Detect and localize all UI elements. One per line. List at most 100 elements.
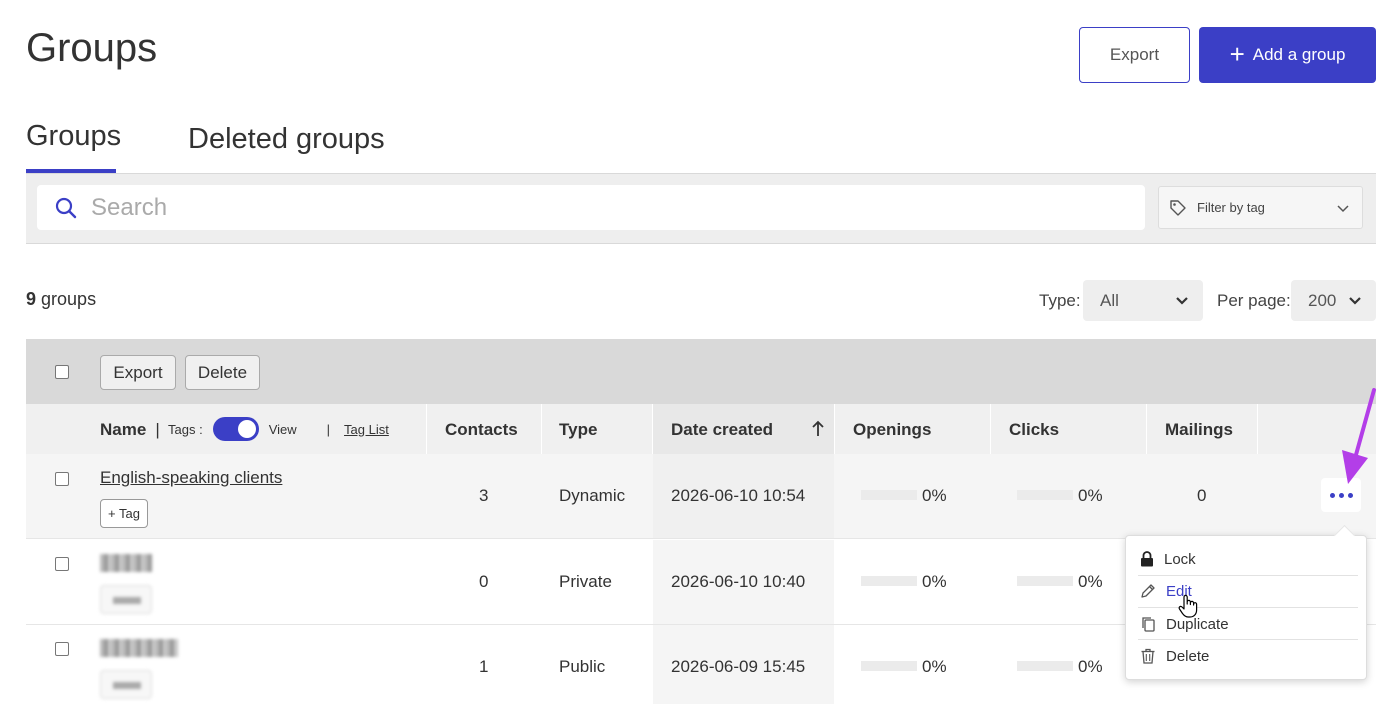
chevron-down-icon <box>1337 205 1349 213</box>
clicks-progress-bar <box>1017 576 1073 586</box>
search-box[interactable] <box>37 185 1145 230</box>
column-header-openings[interactable]: Openings <box>853 420 931 440</box>
group-name-redacted[interactable] <box>100 554 152 572</box>
openings-progress-bar <box>861 490 917 500</box>
openings-value: 0% <box>922 486 947 505</box>
more-dots-icon <box>1347 492 1353 498</box>
search-input[interactable] <box>91 193 991 222</box>
clicks-value: 0% <box>1078 486 1103 505</box>
mailings-count: 0 <box>1197 486 1207 505</box>
per-page-select[interactable]: 200 <box>1291 280 1376 321</box>
add-tag-button-redacted[interactable] <box>100 585 152 614</box>
group-type: Dynamic <box>559 486 626 505</box>
column-divider <box>834 404 835 454</box>
duplicate-icon <box>1142 617 1155 632</box>
per-page-value: 200 <box>1308 290 1337 310</box>
menu-item-delete[interactable]: Delete <box>1138 640 1358 672</box>
tab-deleted-groups[interactable]: Deleted groups <box>188 123 385 156</box>
select-all-checkbox[interactable] <box>55 365 69 379</box>
date-created: 2026-06-10 10:40 <box>671 572 806 591</box>
separator: | <box>326 421 331 437</box>
annotation-arrow-icon <box>1342 388 1376 484</box>
column-header-name-label: Name <box>100 420 147 439</box>
group-type: Private <box>559 572 612 591</box>
chevron-down-icon <box>1349 297 1361 305</box>
toggle-knob <box>237 420 256 438</box>
page-title: Groups <box>26 26 158 70</box>
tag-icon <box>1170 199 1186 216</box>
search-icon <box>55 197 77 218</box>
row-actions-menu: Lock Edit Duplicate Delete <box>1125 535 1367 680</box>
menu-item-lock[interactable]: Lock <box>1138 543 1358 575</box>
menu-item-duplicate-label: Duplicate <box>1166 615 1229 633</box>
column-header-date-created[interactable]: Date created <box>671 420 773 440</box>
column-header-mailings[interactable]: Mailings <box>1165 420 1233 440</box>
column-divider <box>990 404 991 454</box>
tags-label: Tags : <box>168 421 203 437</box>
export-button[interactable]: Export <box>1079 27 1190 83</box>
chevron-down-icon <box>1176 297 1188 305</box>
column-divider <box>652 404 653 454</box>
table-header: Name | Tags : View | Tag List Contacts Ty… <box>26 404 1376 454</box>
tab-groups[interactable]: Groups <box>26 120 121 153</box>
clicks-progress-bar <box>1017 661 1073 671</box>
column-divider <box>1257 404 1258 454</box>
add-group-button[interactable]: + Add a group <box>1199 27 1376 83</box>
separator: | <box>155 420 160 439</box>
more-dots-icon <box>1329 492 1335 498</box>
filter-by-tag-label: Filter by tag <box>1197 200 1265 215</box>
group-count: 9 groups <box>26 289 96 310</box>
bulk-export-button[interactable]: Export <box>100 355 176 390</box>
type-filter-select[interactable]: All <box>1083 280 1203 321</box>
table-row: English-speaking clients + Tag 3 Dynamic… <box>26 454 1376 539</box>
sort-up-arrow-icon[interactable] <box>812 420 824 437</box>
openings-value: 0% <box>922 572 947 591</box>
row-checkbox[interactable] <box>55 642 69 656</box>
group-type: Public <box>559 657 606 676</box>
group-name-link[interactable]: English-speaking clients <box>100 468 282 488</box>
contacts-count: 3 <box>479 486 489 505</box>
add-tag-button-redacted[interactable] <box>100 670 152 699</box>
column-header-type[interactable]: Type <box>559 420 597 440</box>
group-name-redacted[interactable] <box>100 639 178 657</box>
clicks-value: 0% <box>1078 572 1103 591</box>
view-label: View <box>268 421 297 437</box>
hand-cursor-icon <box>1178 594 1198 618</box>
column-header-contacts[interactable]: Contacts <box>445 420 518 440</box>
row-checkbox[interactable] <box>55 472 69 486</box>
column-divider <box>541 404 542 454</box>
type-filter-label: Type: <box>1039 291 1081 310</box>
group-count-number: 9 <box>26 289 37 309</box>
plus-icon: + <box>1229 39 1245 69</box>
bulk-action-bar: Export Delete <box>26 339 1376 404</box>
column-header-name[interactable]: Name | <box>100 420 160 440</box>
type-filter-value: All <box>1100 290 1119 310</box>
add-group-label: Add a group <box>1252 45 1346 64</box>
clicks-progress-bar <box>1017 490 1073 500</box>
group-count-suffix: groups <box>41 289 97 309</box>
openings-progress-bar <box>861 661 917 671</box>
openings-value: 0% <box>922 657 947 676</box>
date-created: 2026-06-10 10:54 <box>671 486 806 505</box>
bulk-delete-button[interactable]: Delete <box>185 355 260 390</box>
contacts-count: 1 <box>479 657 489 676</box>
more-dots-icon <box>1338 492 1344 498</box>
menu-item-delete-label: Delete <box>1166 647 1210 665</box>
tags-view-control: Tags : View | Tag List <box>168 417 389 441</box>
menu-item-duplicate[interactable]: Duplicate <box>1138 608 1358 640</box>
pencil-icon <box>1141 584 1155 598</box>
search-band: Filter by tag <box>26 173 1376 244</box>
row-checkbox[interactable] <box>55 557 69 571</box>
tag-list-link[interactable]: Tag List <box>344 422 389 437</box>
tags-view-toggle[interactable] <box>212 417 259 441</box>
column-divider <box>426 404 427 454</box>
filter-by-tag-select[interactable]: Filter by tag <box>1158 186 1363 229</box>
menu-item-edit[interactable]: Edit <box>1138 575 1358 607</box>
column-header-clicks[interactable]: Clicks <box>1009 420 1059 440</box>
menu-item-lock-label: Lock <box>1164 550 1196 568</box>
openings-progress-bar <box>861 576 917 586</box>
clicks-value: 0% <box>1078 657 1103 676</box>
trash-icon <box>1141 648 1155 664</box>
per-page-label: Per page: <box>1217 291 1291 310</box>
add-tag-button[interactable]: + Tag <box>100 499 148 528</box>
